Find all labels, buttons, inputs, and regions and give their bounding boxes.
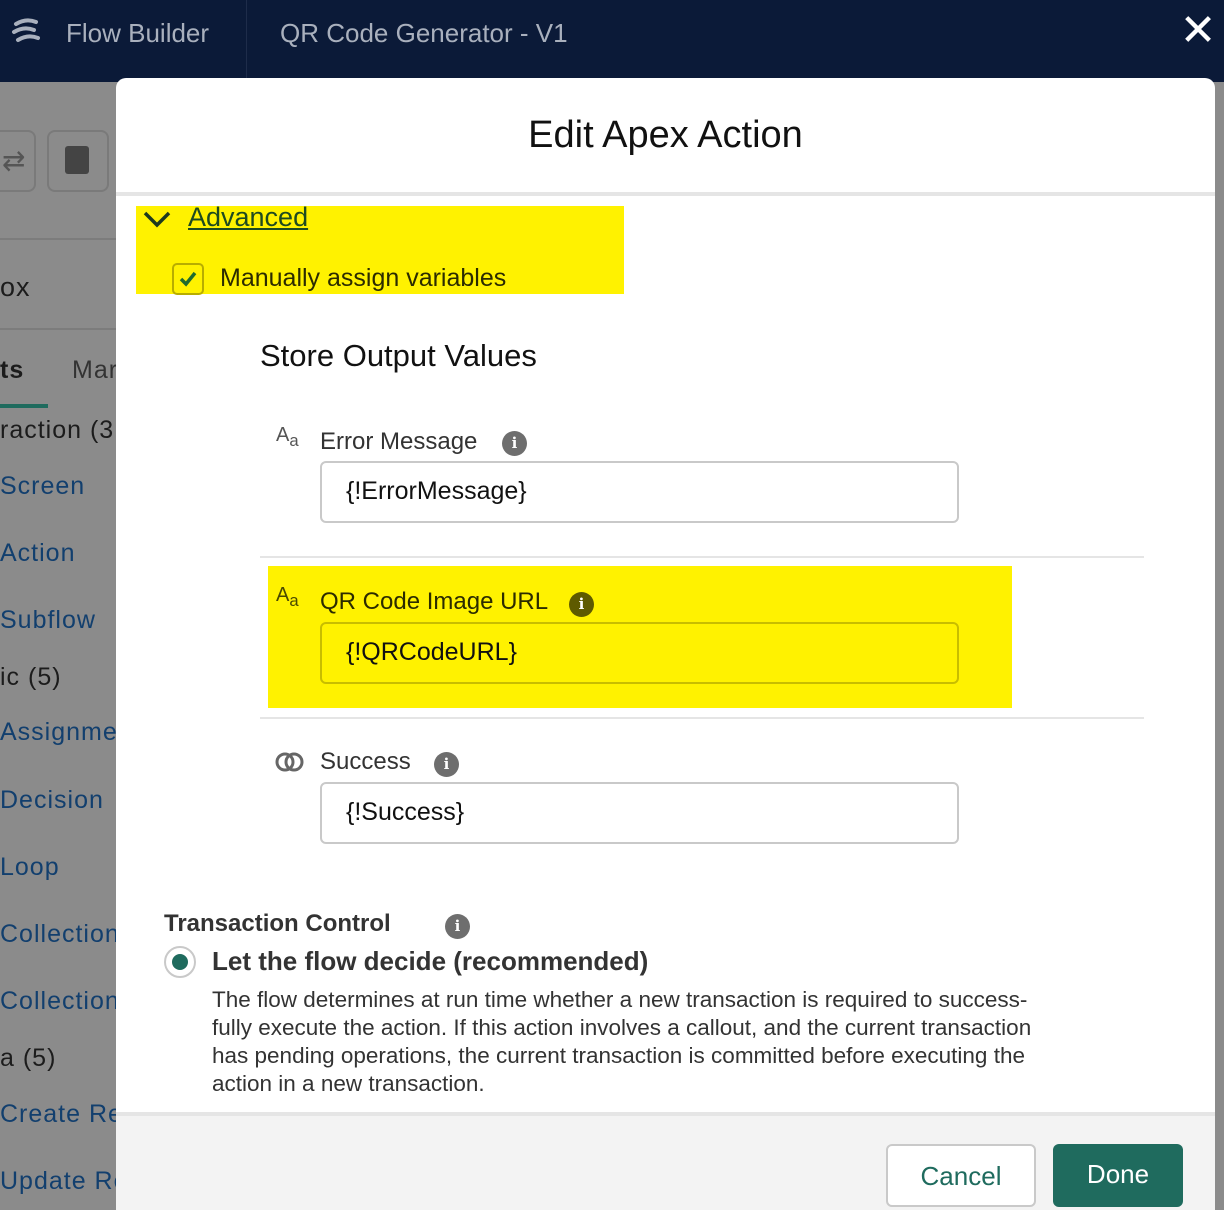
toolbox-heading: ox (0, 272, 31, 302)
active-tab-indicator (0, 404, 48, 408)
sidebar-item-update-records[interactable]: Update Re (0, 1167, 116, 1196)
tab-elements[interactable]: ts (0, 356, 24, 385)
text-type-icon: Aa (276, 584, 299, 610)
field-label-success: Success (320, 748, 411, 775)
section-logic: ic (5) (0, 663, 62, 691)
sidebar-item-collection-sort[interactable]: Collection (0, 920, 116, 949)
transaction-description: The flow determines at run time whether … (212, 986, 1031, 1098)
sidebar-item-create-records[interactable]: Create Re (0, 1100, 116, 1129)
divider (260, 717, 1144, 719)
app-name: Flow Builder (66, 18, 210, 48)
chevron-down-icon[interactable] (142, 208, 172, 230)
info-icon[interactable]: i (502, 431, 527, 456)
flow-title: QR Code Generator - V1 (280, 18, 568, 48)
info-icon[interactable]: i (569, 592, 594, 617)
canvas-background (1215, 82, 1224, 1210)
copy-icon (65, 146, 89, 174)
divider (116, 192, 1215, 196)
modal-title: Edit Apex Action (528, 114, 803, 156)
info-icon[interactable]: i (445, 914, 470, 939)
info-icon[interactable]: i (434, 752, 459, 777)
success-input[interactable]: {!Success} (320, 782, 959, 844)
modal-footer: Cancel Done (116, 1112, 1215, 1210)
copy-button[interactable] (47, 130, 109, 192)
let-flow-decide-label: Let the flow decide (recommended) (212, 946, 649, 976)
sidebar-item-subflow[interactable]: Subflow (0, 606, 96, 635)
divider (0, 328, 116, 330)
sidebar-item-decision[interactable]: Decision (0, 786, 104, 815)
qr-code-url-input[interactable]: {!QRCodeURL} (320, 622, 959, 684)
description-line: action in a new transaction. (212, 1071, 485, 1096)
text-type-icon: Aa (276, 424, 299, 450)
tab-manager[interactable]: Mar (72, 356, 116, 385)
divider (246, 0, 247, 82)
section-interaction: raction (3 (0, 416, 115, 444)
transaction-control-heading: Transaction Control (164, 910, 391, 937)
divider (260, 556, 1144, 558)
divider (0, 238, 116, 240)
sidebar-item-screen[interactable]: Screen (0, 472, 85, 501)
top-bar: Flow Builder QR Code Generator - V1 ✕ (0, 0, 1224, 82)
manual-assign-checkbox[interactable] (172, 263, 204, 295)
done-button[interactable]: Done (1053, 1144, 1183, 1207)
cancel-button[interactable]: Cancel (886, 1144, 1036, 1207)
description-line: The flow determines at run time whether … (212, 987, 1028, 1012)
sidebar-item-action[interactable]: Action (0, 539, 75, 568)
checkmark-icon (179, 271, 197, 287)
store-output-heading: Store Output Values (260, 338, 537, 373)
field-label-qr-code-image-url: QR Code Image URL (320, 588, 549, 615)
toolbox-sidebar: ⇄ ox ts Mar raction (3 Screen Action Sub… (0, 82, 116, 1210)
boolean-type-icon (275, 752, 304, 772)
sidebar-item-assignment[interactable]: Assignme (0, 718, 116, 747)
sidebar-item-collection-filter[interactable]: Collection (0, 987, 116, 1016)
description-line: fully execute the action. If this action… (212, 1015, 1032, 1040)
flow-builder-logo-icon (12, 18, 40, 42)
radio-dot (172, 954, 188, 970)
redo-icon: ⇄ (2, 145, 26, 176)
let-flow-decide-radio[interactable] (164, 946, 196, 978)
close-icon[interactable]: ✕ (1178, 8, 1218, 54)
advanced-toggle[interactable]: Advanced (188, 202, 308, 233)
description-line: has pending operations, the current tran… (212, 1043, 1025, 1068)
manual-assign-label: Manually assign variables (220, 264, 507, 292)
edit-apex-action-modal: Edit Apex Action Advanced Manually assig… (116, 78, 1215, 1210)
redo-button[interactable]: ⇄ (0, 130, 36, 192)
section-data: a (5) (0, 1044, 57, 1072)
error-message-input[interactable]: {!ErrorMessage} (320, 461, 959, 523)
sidebar-item-loop[interactable]: Loop (0, 853, 60, 882)
field-label-error-message: Error Message (320, 428, 478, 455)
